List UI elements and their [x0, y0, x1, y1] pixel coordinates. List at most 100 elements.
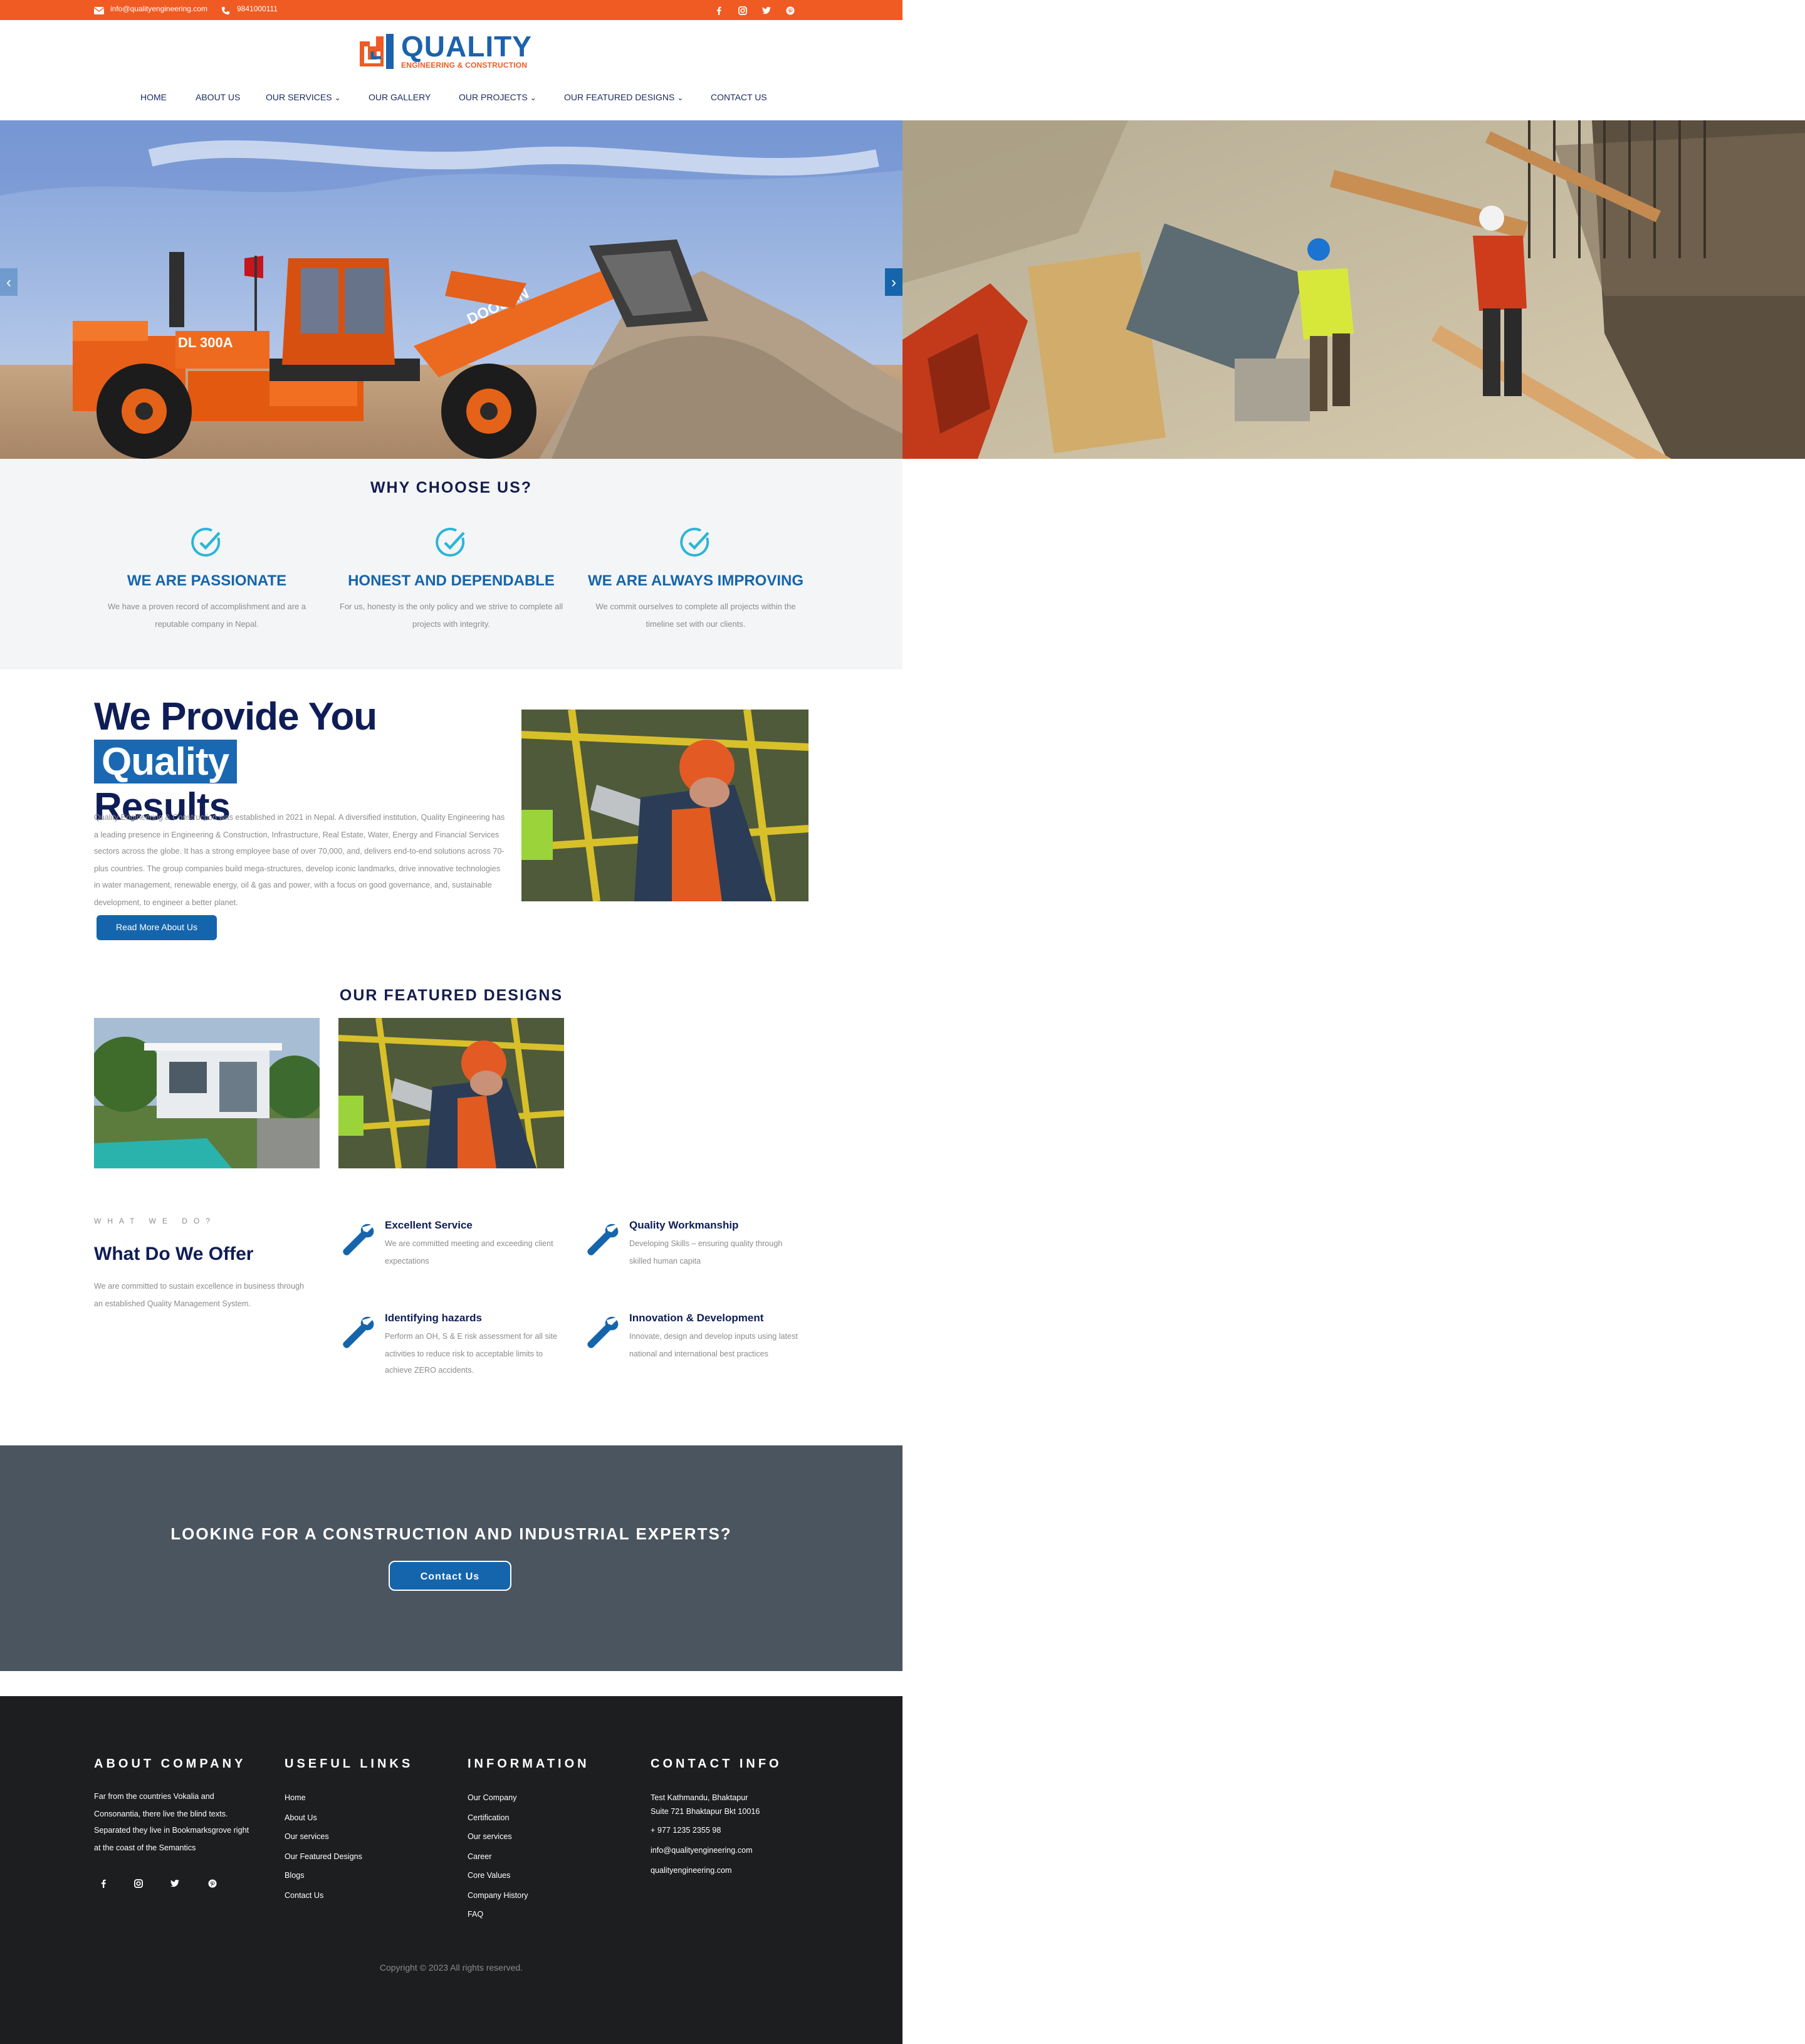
- footer-link-about[interactable]: About Us: [285, 1814, 317, 1823]
- wrench-icon: [343, 1316, 374, 1348]
- page: info@qualityengineering.com 9841000111 Q…: [0, 0, 1805, 2044]
- read-more-button[interactable]: Read More About Us: [97, 915, 217, 940]
- why-item-passionate: WE ARE PASSIONATE We have a proven recor…: [94, 527, 320, 633]
- copyright: Copyright © 2023 All rights reserved.: [379, 1964, 523, 1973]
- footer-email[interactable]: info@qualityengineering.com: [651, 1847, 753, 1855]
- cta-section: [0, 1445, 903, 1671]
- featured-design-worker-image[interactable]: [338, 1018, 564, 1168]
- chevron-right-icon: ›: [891, 273, 896, 291]
- phone-icon: [221, 6, 230, 14]
- nav-projects-label: OUR PROJECTS: [459, 94, 528, 103]
- nav-contact[interactable]: CONTACT US: [711, 94, 767, 103]
- check-circle-icon: [191, 527, 221, 557]
- offer-text: We are committed to sustain excellence i…: [94, 1282, 305, 1308]
- footer-instagram-icon[interactable]: [132, 1877, 144, 1889]
- pinterest-icon[interactable]: [783, 4, 796, 16]
- main-nav: HOME ABOUT US OUR SERVICES ⌄ OUR GALLERY …: [0, 90, 903, 113]
- service-text: Developing Skills – ensuring quality thr…: [629, 1240, 783, 1266]
- check-circle-icon: [680, 527, 709, 557]
- nav-services-label: OUR SERVICES: [266, 94, 332, 103]
- footer-twitter-icon[interactable]: [168, 1877, 180, 1889]
- slider-prev-button[interactable]: ‹: [0, 268, 18, 296]
- footer-link-contact[interactable]: Contact Us: [285, 1892, 323, 1900]
- why-item-honest: HONEST AND DEPENDABLE For us, honesty is…: [338, 527, 564, 633]
- service-text: Perform an OH, S & E risk assessment for…: [385, 1333, 558, 1375]
- nav-projects[interactable]: OUR PROJECTS ⌄: [459, 94, 536, 103]
- footer-about-text: Far from the countries Vokalia and Conso…: [94, 1793, 249, 1852]
- nav-home[interactable]: HOME: [140, 94, 167, 103]
- why-item-text: For us, honesty is the only policy and w…: [339, 603, 563, 629]
- logo-mark-icon: [360, 34, 394, 69]
- nav-services[interactable]: OUR SERVICES ⌄: [266, 94, 341, 103]
- chevron-down-icon: ⌄: [677, 95, 684, 103]
- nav-gallery[interactable]: OUR GALLERY: [369, 94, 431, 103]
- nav-featured-label: OUR FEATURED DESIGNS: [564, 94, 675, 103]
- about-heading-part1: We Provide You: [94, 694, 377, 738]
- service-title: Innovation & Development: [629, 1311, 764, 1324]
- footer-link-info-services[interactable]: Our services: [468, 1833, 512, 1842]
- slider-next-button[interactable]: ›: [885, 268, 903, 296]
- footer-website[interactable]: qualityengineering.com: [651, 1867, 732, 1875]
- why-title: WHY CHOOSE US?: [370, 479, 533, 496]
- footer-link-core-values[interactable]: Core Values: [468, 1872, 510, 1880]
- about-worker-image: [521, 710, 808, 901]
- nav-contact-label: CONTACT US: [711, 94, 767, 103]
- hero-slider: WL-017 DL 300A DL 300A DOOSAN: [0, 120, 1805, 459]
- why-item-title: HONEST AND DEPENDABLE: [348, 572, 555, 589]
- footer-link-featured[interactable]: Our Featured Designs: [285, 1853, 362, 1862]
- service-title: Quality Workmanship: [629, 1219, 739, 1231]
- footer-link-home[interactable]: Home: [285, 1794, 306, 1803]
- email-text: info@qualityengineering.com: [110, 6, 207, 14]
- phone-text: 9841000111: [237, 6, 278, 14]
- footer: [0, 1696, 903, 2044]
- check-circle-icon: [436, 527, 465, 557]
- nav-about[interactable]: ABOUT US: [196, 94, 240, 103]
- wrench-icon: [587, 1316, 619, 1348]
- wrench-icon: [343, 1224, 374, 1255]
- facebook-icon[interactable]: [712, 4, 725, 16]
- instagram-icon[interactable]: [736, 4, 748, 16]
- offer-eyebrow: WHAT WE DO?: [94, 1219, 216, 1226]
- service-title: Excellent Service: [385, 1219, 473, 1231]
- why-item-title: WE ARE PASSIONATE: [127, 572, 287, 589]
- footer-facebook-icon[interactable]: [97, 1877, 109, 1889]
- footer-link-faq[interactable]: FAQ: [468, 1910, 483, 1919]
- featured-title: OUR FEATURED DESIGNS: [339, 987, 563, 1004]
- service-text: We are committed meeting and exceeding c…: [385, 1240, 553, 1266]
- email-contact[interactable]: info@qualityengineering.com: [94, 0, 207, 20]
- service-title: Identifying hazards: [385, 1311, 482, 1324]
- offer-title: What Do We Offer: [94, 1244, 254, 1265]
- footer-info-title: INFORMATION: [468, 1758, 590, 1771]
- chevron-left-icon: ‹: [6, 273, 11, 291]
- brand-logo[interactable]: QUALITY ENGINEERING & CONSTRUCTION: [356, 30, 547, 73]
- nav-featured-designs[interactable]: OUR FEATURED DESIGNS ⌄: [564, 94, 683, 103]
- twitter-icon[interactable]: [760, 4, 772, 16]
- why-item-text: We commit ourselves to complete all proj…: [595, 603, 796, 629]
- why-item-improving: WE ARE ALWAYS IMPROVING We commit oursel…: [583, 527, 808, 633]
- featured-design-house-image[interactable]: [94, 1018, 320, 1168]
- footer-address-line2: Suite 721 Bhaktapur Bkt 10016: [651, 1808, 760, 1816]
- footer-phone[interactable]: + 977 1235 2355 98: [651, 1826, 721, 1835]
- phone-contact[interactable]: 9841000111: [221, 0, 278, 20]
- footer-link-career[interactable]: Career: [468, 1853, 492, 1862]
- footer-link-services[interactable]: Our services: [285, 1833, 329, 1842]
- top-social-links: [712, 4, 796, 16]
- nav-gallery-label: OUR GALLERY: [369, 94, 431, 103]
- chevron-down-icon: ⌄: [530, 95, 536, 103]
- footer-address-line1: Test Kathmandu, Bhaktapur: [651, 1794, 748, 1803]
- cta-title: LOOKING FOR A CONSTRUCTION AND INDUSTRIA…: [170, 1524, 732, 1543]
- footer-link-company[interactable]: Our Company: [468, 1794, 516, 1803]
- footer-link-history[interactable]: Company History: [468, 1892, 528, 1900]
- contact-us-button[interactable]: Contact Us: [389, 1561, 511, 1591]
- why-item-title: WE ARE ALWAYS IMPROVING: [587, 572, 804, 589]
- hero-slides-image: WL-017 DL 300A DL 300A DOOSAN: [0, 120, 1805, 459]
- footer-pinterest-icon[interactable]: [206, 1877, 218, 1889]
- service-text: Innovate, design and develop inputs usin…: [629, 1333, 798, 1358]
- footer-contact-title: CONTACT INFO: [651, 1758, 782, 1771]
- why-item-text: We have a proven record of accomplishmen…: [107, 603, 306, 629]
- brand-title: QUALITY: [401, 30, 532, 63]
- wrench-icon: [587, 1224, 619, 1255]
- footer-link-certification[interactable]: Certification: [468, 1814, 510, 1823]
- nav-home-label: HOME: [140, 94, 167, 103]
- footer-link-blogs[interactable]: Blogs: [285, 1872, 305, 1880]
